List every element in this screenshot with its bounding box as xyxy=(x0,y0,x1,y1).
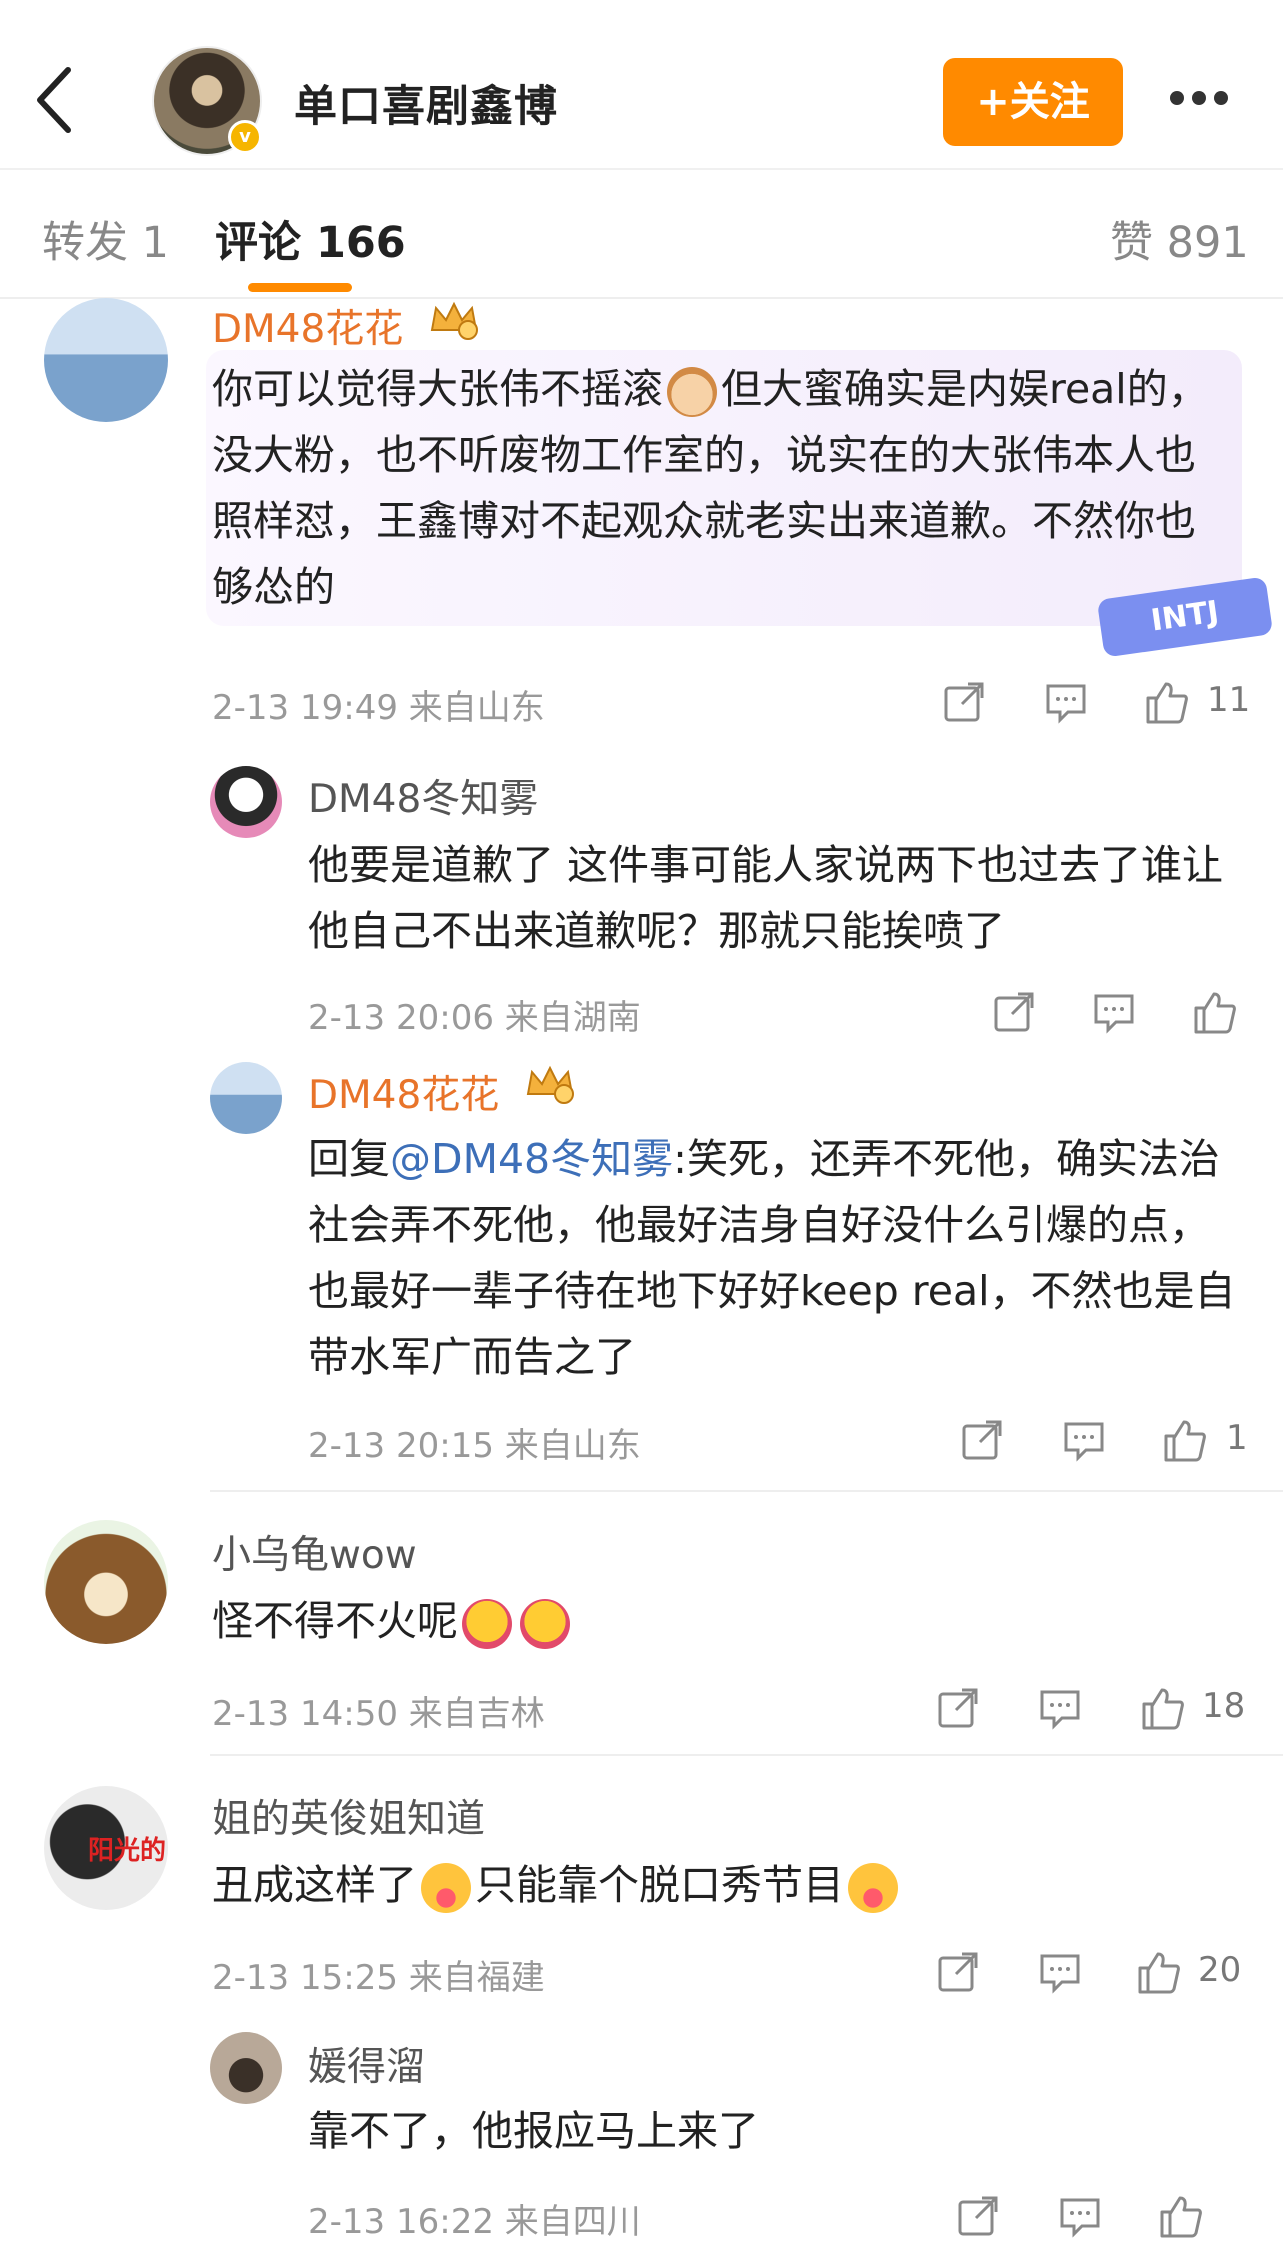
share-icon[interactable] xyxy=(954,2192,1002,2240)
comment-author[interactable]: DM48花花 xyxy=(212,298,403,354)
comment-author[interactable]: 姐的英俊姐知道 xyxy=(212,1788,485,1844)
top-bar: v 单口喜剧鑫博 +关注 xyxy=(0,0,1283,200)
like-count: 18 xyxy=(1202,1686,1246,1726)
share-icon[interactable] xyxy=(934,1684,982,1732)
cat-emoji-icon xyxy=(667,367,717,417)
avatar[interactable]: 阳光的 xyxy=(44,1786,168,1910)
like-icon[interactable] xyxy=(1138,1684,1186,1732)
comment-icon[interactable] xyxy=(1056,2192,1104,2240)
avatar[interactable] xyxy=(210,1062,282,1134)
comment-text: 丑成这样了 只能靠个脱口秀节目 xyxy=(212,1852,1212,1918)
comment-author[interactable]: DM48花花 xyxy=(308,1064,499,1120)
comment-meta: 2-13 16:22 来自四川 xyxy=(308,2202,641,2242)
comment-meta: 2-13 14:50 来自吉林 xyxy=(212,1694,545,1734)
hug-emoji-icon xyxy=(520,1599,570,1649)
follow-button[interactable]: +关注 xyxy=(943,58,1123,146)
divider xyxy=(210,1754,1283,1756)
avatar[interactable] xyxy=(210,2032,282,2104)
comment-author[interactable]: 小乌龟wow xyxy=(212,1524,417,1580)
tab-repost[interactable]: 转发 1 xyxy=(42,208,169,270)
avatar[interactable] xyxy=(44,298,168,422)
tongue-emoji-icon xyxy=(421,1863,471,1913)
tab-comments[interactable]: 评论 166 xyxy=(215,208,406,270)
share-icon[interactable] xyxy=(958,1416,1006,1464)
like-icon[interactable] xyxy=(1142,678,1190,726)
comment-text: 回复@DM48冬知雾:笑死，还弄不死他，确实法治社会弄不死他，他最好洁身自好没什… xyxy=(308,1126,1238,1390)
comment-text: 怪不得不火呢 xyxy=(212,1588,1212,1654)
hug-emoji-icon xyxy=(462,1599,512,1649)
comment-icon[interactable] xyxy=(1042,678,1090,726)
comment-text-part: 你可以觉得大张伟不摇滚 xyxy=(212,365,663,413)
divider xyxy=(0,297,1283,299)
like-icon[interactable] xyxy=(1160,1416,1208,1464)
share-icon[interactable] xyxy=(990,988,1038,1036)
comment-text: 他要是道歉了 这件事可能人家说两下也过去了谁让他自己不出来道歉呢？那就只能挨喷了 xyxy=(308,841,1224,955)
mention-link[interactable]: @DM48冬知雾 xyxy=(390,1135,673,1183)
tab-likes[interactable]: 赞 891 xyxy=(1110,208,1249,270)
tab-indicator xyxy=(248,283,352,292)
crown-badge-icon xyxy=(430,301,478,340)
avatar[interactable] xyxy=(44,1520,168,1644)
comment-text: 靠不了，他报应马上来了 xyxy=(308,2107,759,2155)
avatar[interactable] xyxy=(210,766,282,838)
comment-meta: 2-13 19:49 来自山东 xyxy=(212,688,545,728)
share-icon[interactable] xyxy=(934,1948,982,1996)
comment-text-part: 只能靠个脱口秀节目 xyxy=(475,1861,844,1909)
avatar-text: 阳光的 xyxy=(88,1836,167,1866)
crown-badge-icon xyxy=(526,1065,574,1104)
comment-text-part: 怪不得不火呢 xyxy=(212,1597,458,1645)
comment-author[interactable]: DM48冬知雾 xyxy=(308,768,538,824)
comment-icon[interactable] xyxy=(1036,1684,1084,1732)
comment-text: 你可以觉得大张伟不摇滚 但大蜜确实是内娱real的，没大粉，也不听废物工作室的，说… xyxy=(212,356,1222,620)
verified-badge: v xyxy=(228,120,262,154)
divider xyxy=(210,1490,1283,1492)
like-icon[interactable] xyxy=(1156,2192,1204,2240)
comment-icon[interactable] xyxy=(1036,1948,1084,1996)
like-count: 1 xyxy=(1226,1418,1248,1458)
share-icon[interactable] xyxy=(940,678,988,726)
like-count: 11 xyxy=(1207,680,1251,720)
reply-prefix: 回复 xyxy=(308,1135,390,1183)
like-icon[interactable] xyxy=(1190,988,1238,1036)
comment-meta: 2-13 20:06 来自湖南 xyxy=(308,998,641,1038)
page-title: 单口喜剧鑫博 xyxy=(294,82,558,132)
back-icon[interactable] xyxy=(30,60,80,140)
divider xyxy=(0,168,1283,170)
comment-meta: 2-13 15:25 来自福建 xyxy=(212,1958,545,1998)
like-icon[interactable] xyxy=(1134,1948,1182,1996)
comment-icon[interactable] xyxy=(1060,1416,1108,1464)
tongue-emoji-icon xyxy=(848,1863,898,1913)
more-icon[interactable] xyxy=(1170,90,1240,114)
comment-text-part: 丑成这样了 xyxy=(212,1861,417,1909)
like-count: 20 xyxy=(1198,1950,1242,1990)
comment-author[interactable]: 媛得溜 xyxy=(308,2036,425,2092)
comment-icon[interactable] xyxy=(1090,988,1138,1036)
comment-meta: 2-13 20:15 来自山东 xyxy=(308,1426,641,1466)
